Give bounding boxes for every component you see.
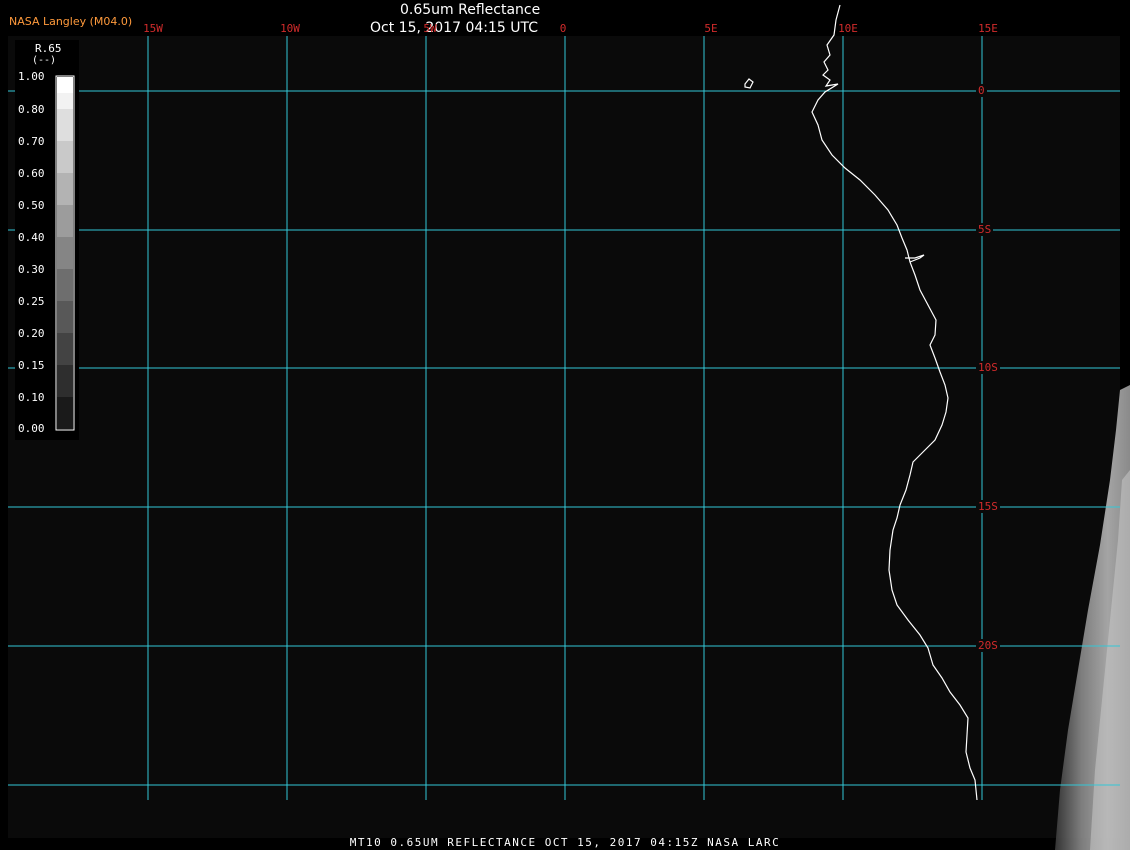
legend-tick: 0.20 [18,327,45,340]
legend-tick: 1.00 [18,70,45,83]
latitude-label: 10S [976,361,1000,374]
legend-variable: R.65 [35,42,62,55]
legend-tick: 0.25 [18,295,45,308]
legend-tick: 0.15 [18,359,45,372]
legend-tick: 0.40 [18,231,45,244]
longitude-label: 5E [704,22,718,35]
map-canvas [8,4,1130,850]
legend-tick: 0.50 [18,199,45,212]
legend-unit: (--) [32,55,57,66]
legend-tick: 0.60 [18,167,45,180]
coastline [811,4,978,801]
longitude-label: 10E [838,22,858,35]
legend-tick: 0.70 [18,135,45,148]
legend-tick: 0.30 [18,263,45,276]
legend-tick: 0.80 [18,103,45,116]
latitude-label: 5S [976,223,994,236]
graticule [8,36,1120,800]
image-title: 0.65um Reflectance [400,2,541,18]
footer-caption: MT10 0.65UM REFLECTANCE OCT 15, 2017 04:… [349,836,781,849]
legend-tick: 0.10 [18,391,45,404]
legend-tick: 0.00 [18,422,45,435]
latitude-label: 0 [976,84,987,97]
image-timestamp: Oct 15, 2017 04:15 UTC [370,20,538,36]
satellite-image-frame: NASA Langley (M04.0) 0.65um Reflectance … [0,0,1130,850]
longitude-label: 15E [978,22,998,35]
island [744,78,754,89]
latitude-label: 15S [976,500,1000,513]
longitude-label: 0 [559,22,567,35]
coastline-inlet [905,254,925,263]
latitude-label: 20S [976,639,1000,652]
longitude-label: 10W [280,22,300,35]
organization-label: NASA Langley (M04.0) [9,15,133,28]
longitude-label: 15W [143,22,163,35]
longitude-label: 5W [423,22,437,35]
